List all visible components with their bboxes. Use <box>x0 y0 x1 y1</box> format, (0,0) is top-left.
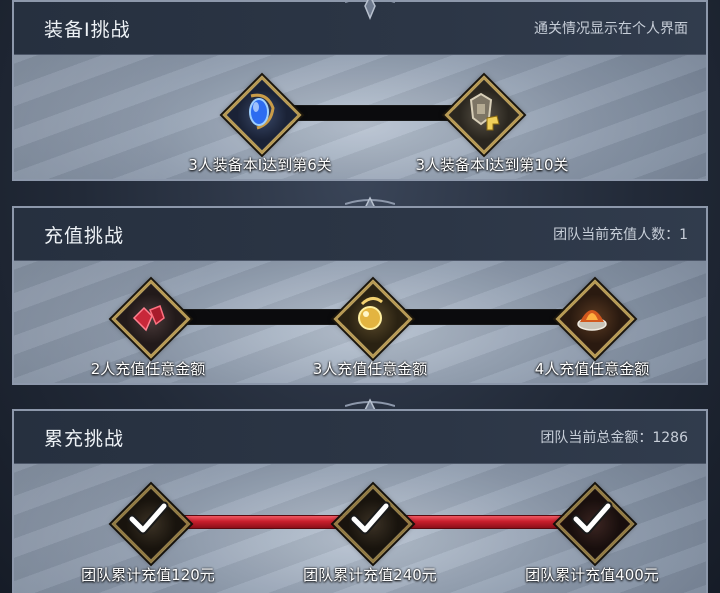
panel-title: 累充挑战 <box>44 428 125 450</box>
reward-label: 3人装备本I达到第10关 <box>415 156 569 174</box>
top-ornament <box>345 0 395 20</box>
panel-title: 充值挑战 <box>44 225 125 247</box>
blue-gem-icon <box>249 93 275 130</box>
reward-label: 3人充值任意金额 <box>312 360 428 378</box>
reward-label: 3人装备本I达到第6关 <box>188 156 332 174</box>
reward-node-1[interactable] <box>110 483 191 564</box>
reward-label: 4人充值任意金额 <box>534 360 650 378</box>
reward-node-2[interactable] <box>332 278 413 359</box>
reward-label: 团队累计充值120元 <box>81 566 215 584</box>
gold-orb-icon <box>358 297 383 330</box>
panel-equipment-challenge: 装备I挑战 通关情况显示在个人界面 3人装备本I达到第6关 3人装备本I达到第1… <box>12 0 708 181</box>
checkmark-icon <box>127 501 169 535</box>
checkmark-icon <box>571 501 613 535</box>
panel-info: 团队当前总金额：1286 <box>540 430 688 446</box>
panel-info: 团队当前充值人数：1 <box>553 227 688 243</box>
reward-node-3[interactable] <box>554 278 635 359</box>
checkmark-icon <box>349 501 391 535</box>
progress-track <box>282 105 454 121</box>
panel-title: 装备I挑战 <box>44 19 131 41</box>
panel-recharge-challenge: 充值挑战 团队当前充值人数：1 2人充值任意金额 3人充值任意金额 4人充值任意… <box>12 206 708 385</box>
reward-label: 团队累计充值240元 <box>303 566 437 584</box>
reward-label: 团队累计充值400元 <box>525 566 659 584</box>
panel-cumulative-recharge-challenge: 累充挑战 团队当前总金额：1286 团队累计充值120元 团队累计充值240元 … <box>12 409 708 593</box>
reward-node-1[interactable] <box>110 278 191 359</box>
red-crystal-icon <box>132 305 165 332</box>
reward-node-2[interactable] <box>443 74 524 155</box>
armor-set-icon <box>469 92 500 131</box>
reward-node-3[interactable] <box>554 483 635 564</box>
reward-node-2[interactable] <box>332 483 413 564</box>
reward-label: 2人充值任意金额 <box>90 360 206 378</box>
reward-node-1[interactable] <box>221 74 302 155</box>
panel-header: 充值挑战 团队当前充值人数：1 <box>14 208 706 261</box>
panel-info: 通关情况显示在个人界面 <box>534 21 688 37</box>
panel-header: 累充挑战 团队当前总金额：1286 <box>14 411 706 464</box>
fire-cauldron-icon <box>577 310 607 331</box>
